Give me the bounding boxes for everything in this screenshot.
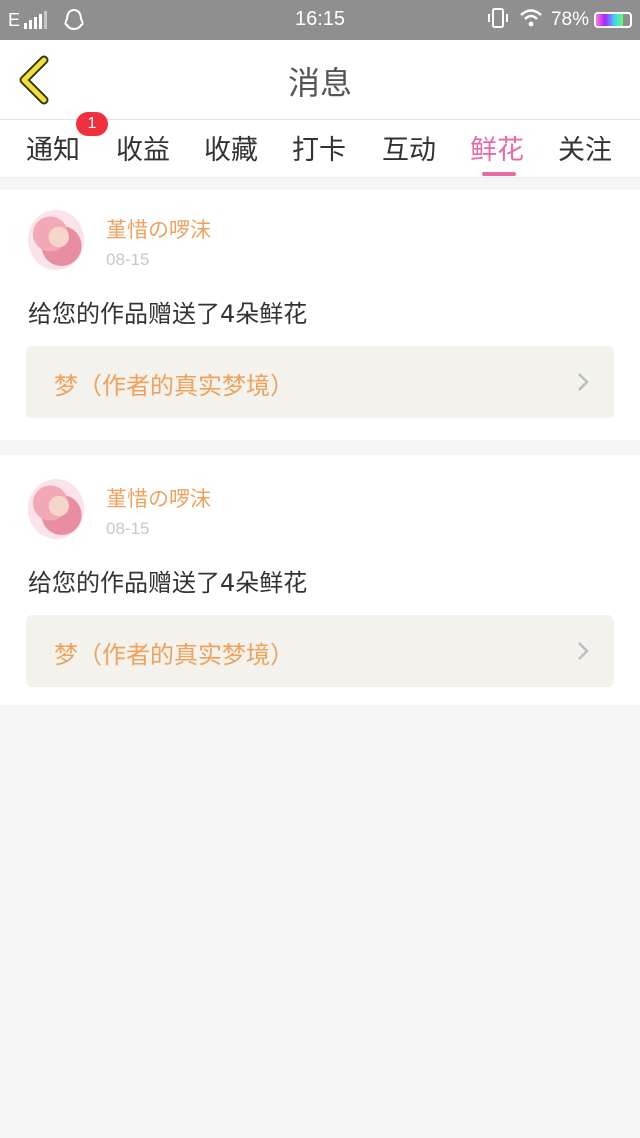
tab-favorites[interactable]: 收藏: [204, 128, 258, 176]
tab-follows[interactable]: 关注: [558, 128, 612, 176]
battery-icon: [594, 12, 632, 28]
message-date: 08-15: [106, 519, 150, 538]
battery-percent: 78%: [550, 9, 589, 30]
page-title: 消息: [287, 64, 352, 102]
message-text: 给您的作品赠送了4朵鲜花: [28, 300, 308, 328]
chevron-right-icon: [578, 373, 589, 391]
message-card: 堇惜の啰沫 08-15 给您的作品赠送了4朵鲜花 梦（作者的真实梦境）: [0, 190, 640, 440]
avatar[interactable]: [28, 210, 84, 270]
status-right: 78%: [487, 8, 632, 32]
work-link[interactable]: 梦（作者的真实梦境）: [26, 615, 614, 687]
work-link[interactable]: 梦（作者的真实梦境）: [26, 346, 614, 418]
message-card: 堇惜の啰沫 08-15 给您的作品赠送了4朵鲜花 梦（作者的真实梦境）: [0, 455, 640, 705]
tab-earnings[interactable]: 收益: [116, 128, 170, 176]
message-text: 给您的作品赠送了4朵鲜花: [28, 569, 308, 597]
avatar[interactable]: [28, 479, 84, 539]
tab-interactions[interactable]: 互动: [382, 128, 436, 176]
work-title: 梦（作者的真实梦境）: [54, 641, 294, 669]
status-bar: E 16:15 78%: [0, 0, 640, 40]
active-tab-indicator: [482, 172, 516, 176]
vibrate-icon: [487, 7, 509, 33]
chevron-right-icon: [578, 642, 589, 660]
work-title: 梦（作者的真实梦境）: [54, 372, 294, 400]
nav-bar: 消息: [0, 40, 640, 120]
tab-notifications[interactable]: 通知: [26, 128, 80, 176]
sender-name[interactable]: 堇惜の啰沫: [106, 214, 211, 244]
sender-name[interactable]: 堇惜の啰沫: [106, 483, 211, 513]
tab-checkin[interactable]: 打卡: [292, 128, 346, 176]
message-date: 08-15: [106, 250, 150, 269]
battery-fill: [596, 14, 623, 26]
notification-badge: 1: [76, 112, 108, 136]
wifi-icon: [519, 8, 543, 32]
tab-flowers[interactable]: 鲜花: [470, 128, 524, 176]
